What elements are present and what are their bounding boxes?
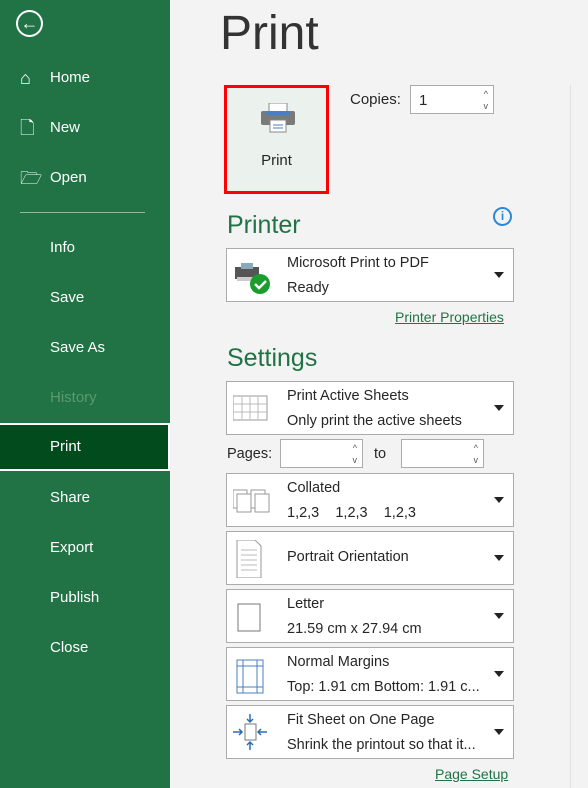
- collate-subtitle: 1,2,3 1,2,3 1,2,3: [287, 505, 416, 521]
- settings-heading: Settings: [227, 344, 318, 372]
- sidebar-item-label: Open: [50, 169, 87, 186]
- pages-to-input[interactable]: ^ v: [401, 439, 484, 468]
- print-button[interactable]: Print: [224, 85, 329, 194]
- margins-title: Normal Margins: [287, 654, 390, 670]
- margins-dropdown[interactable]: Normal Margins Top: 1.91 cm Bottom: 1.91…: [226, 647, 514, 701]
- orientation-title: Portrait Orientation: [287, 549, 409, 565]
- chevron-down-icon[interactable]: v: [353, 455, 358, 465]
- margins-icon: [236, 659, 264, 694]
- divider: [570, 85, 571, 788]
- copies-label: Copies:: [350, 91, 401, 108]
- sheet-grid-icon: [233, 395, 268, 421]
- print-what-dropdown[interactable]: Print Active Sheets Only print the activ…: [226, 381, 514, 435]
- paper-size-dropdown[interactable]: Letter 21.59 cm x 27.94 cm: [226, 589, 514, 643]
- printer-dropdown[interactable]: Microsoft Print to PDF Ready: [226, 248, 514, 302]
- dropdown-arrow-icon: [494, 729, 504, 735]
- copies-stepper[interactable]: 1 ^ v: [410, 85, 494, 114]
- print-what-title: Print Active Sheets: [287, 388, 409, 404]
- chevron-down-icon[interactable]: v: [474, 455, 479, 465]
- scaling-dropdown[interactable]: Fit Sheet on One Page Shrink the printou…: [226, 705, 514, 759]
- folder-open-icon: 🗁: [20, 168, 43, 188]
- scaling-title: Fit Sheet on One Page: [287, 712, 435, 728]
- sidebar-item-label: Home: [50, 69, 91, 86]
- copies-value: 1: [419, 92, 428, 109]
- sidebar-item-share[interactable]: Share: [0, 474, 170, 522]
- printer-status: Ready: [287, 280, 329, 296]
- chevron-down-icon[interactable]: v: [484, 101, 489, 111]
- sidebar: ← ⌂ Home 🗋 New 🗁 Open Info Save Save As His…: [0, 0, 170, 788]
- dropdown-arrow-icon: [494, 613, 504, 619]
- printer-heading: Printer: [227, 211, 301, 239]
- paper-title: Letter: [287, 596, 325, 612]
- back-arrow-icon[interactable]: ←: [16, 10, 43, 37]
- collate-dropdown[interactable]: Collated 1,2,3 1,2,3 1,2,3: [226, 473, 514, 527]
- page-setup-link[interactable]: Page Setup: [435, 766, 508, 782]
- dropdown-arrow-icon: [494, 405, 504, 411]
- sidebar-item-save[interactable]: Save: [0, 274, 170, 322]
- print-button-label: Print: [261, 152, 292, 169]
- printer-properties-link[interactable]: Printer Properties: [395, 309, 504, 325]
- printer-icon: [261, 103, 295, 133]
- chevron-up-icon[interactable]: ^: [474, 443, 478, 453]
- dropdown-arrow-icon: [494, 555, 504, 561]
- home-icon: ⌂: [20, 68, 31, 88]
- page-title: Print: [220, 7, 319, 60]
- pages-label: Pages:: [227, 446, 273, 462]
- sidebar-item-save-as[interactable]: Save As: [0, 324, 170, 372]
- to-label: to: [374, 446, 387, 462]
- new-document-icon: 🗋: [20, 118, 35, 138]
- sidebar-item-export[interactable]: Export: [0, 524, 170, 572]
- dropdown-arrow-icon: [494, 497, 504, 503]
- sidebar-item-publish[interactable]: Publish: [0, 574, 170, 622]
- print-what-subtitle: Only print the active sheets: [287, 413, 462, 429]
- printer-name: Microsoft Print to PDF: [287, 255, 429, 271]
- collate-title: Collated: [287, 480, 341, 496]
- sidebar-item-open[interactable]: 🗁 Open: [0, 154, 170, 202]
- sidebar-item-close[interactable]: Close: [0, 624, 170, 672]
- sidebar-item-label: New: [50, 119, 81, 136]
- dropdown-arrow-icon: [494, 671, 504, 677]
- orientation-dropdown[interactable]: Portrait Orientation: [226, 531, 514, 585]
- info-icon[interactable]: i: [493, 207, 512, 226]
- sidebar-item-history: History: [50, 389, 97, 406]
- sidebar-item-info[interactable]: Info: [0, 224, 170, 272]
- divider: [20, 212, 145, 213]
- scaling-subtitle: Shrink the printout so that it...: [287, 737, 476, 753]
- sidebar-item-new[interactable]: 🗋 New: [0, 104, 170, 152]
- chevron-up-icon[interactable]: ^: [484, 89, 488, 99]
- dropdown-arrow-icon: [494, 272, 504, 278]
- sidebar-item-home[interactable]: ⌂ Home: [0, 54, 170, 102]
- chevron-up-icon[interactable]: ^: [353, 443, 357, 453]
- paper-icon: [237, 603, 261, 632]
- fit-to-page-icon: [233, 714, 267, 750]
- printer-ready-icon: [235, 263, 270, 294]
- margins-subtitle: Top: 1.91 cm Bottom: 1.91 c...: [287, 679, 480, 695]
- sidebar-item-print[interactable]: Print: [0, 423, 170, 471]
- collated-pages-icon: [233, 489, 270, 513]
- pages-from-input[interactable]: ^ v: [280, 439, 363, 468]
- portrait-page-icon: [236, 540, 262, 578]
- paper-subtitle: 21.59 cm x 27.94 cm: [287, 621, 422, 637]
